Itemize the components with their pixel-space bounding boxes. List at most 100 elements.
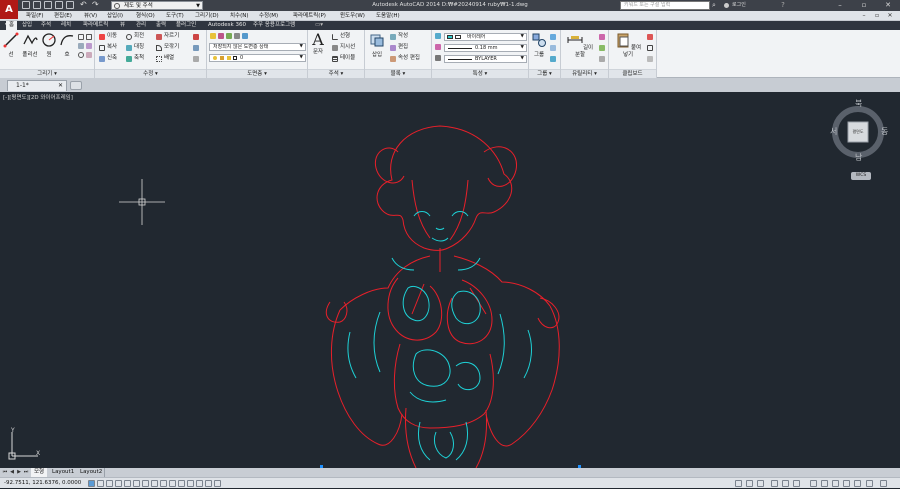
insert-block-tool[interactable]: 삽입: [368, 32, 386, 59]
hardware-acceleration-icon[interactable]: [832, 480, 839, 487]
tab-parametric[interactable]: 파라메트릭: [80, 21, 111, 30]
drawing-canvas[interactable]: [-][평면도][2D 와이어프레임] 북 남 서 동 평면도 WCS Y X: [0, 92, 900, 468]
isolate-objects-icon[interactable]: [843, 480, 850, 487]
tab-layout[interactable]: 레치: [58, 21, 74, 30]
menu-view[interactable]: 뷰(V): [84, 11, 97, 21]
transparency-icon[interactable]: [187, 480, 194, 487]
grid-display-icon[interactable]: [106, 480, 113, 487]
ellipse-icon[interactable]: [78, 52, 84, 58]
panel-title-utilities[interactable]: 유틸리티 ▾: [561, 69, 608, 78]
horizontal-scrollbar[interactable]: [104, 468, 900, 477]
workspace-select[interactable]: 제도 및 주석 ▼: [111, 1, 203, 10]
menu-edit[interactable]: 편집(E): [54, 11, 72, 21]
tab-view[interactable]: 뷰: [117, 21, 128, 30]
search-input[interactable]: 키워드 또는 구절 입력: [620, 1, 710, 10]
group-edit-icon[interactable]: [550, 45, 556, 51]
ortho-mode-icon[interactable]: [115, 480, 122, 487]
annotation-scale-icon[interactable]: [771, 480, 778, 487]
ungroup-icon[interactable]: [550, 34, 556, 40]
close-icon[interactable]: ✕: [877, 0, 899, 11]
snap-mode-icon[interactable]: [97, 480, 104, 487]
table-tool[interactable]: 테이블: [332, 55, 355, 62]
binoculars-icon[interactable]: ⌕: [712, 1, 722, 10]
panel-title-groups[interactable]: 그룹 ▾: [529, 69, 560, 78]
group-select-icon[interactable]: [550, 56, 556, 62]
tab-close-icon[interactable]: ✕: [58, 81, 63, 91]
panel-title-draw[interactable]: 그리기 ▾: [0, 69, 94, 78]
document-tab[interactable]: 1-1* ✕: [7, 80, 67, 91]
tab-output[interactable]: 출력: [153, 21, 169, 30]
tab-model[interactable]: 모형: [31, 468, 48, 477]
layer-select[interactable]: 0 ▼: [209, 54, 306, 62]
menu-insert[interactable]: 삽입(I): [107, 11, 123, 21]
maximize-icon[interactable]: ▫: [853, 0, 875, 11]
tab-layout1[interactable]: Layout1: [49, 468, 77, 477]
id-point-icon[interactable]: [599, 45, 605, 51]
3d-osnap-icon[interactable]: [142, 480, 149, 487]
explode-icon[interactable]: [193, 45, 199, 51]
edit-block-tool[interactable]: 편집: [390, 44, 408, 51]
color-select[interactable]: 바이레어 ▼: [444, 33, 527, 41]
next-layout-icon[interactable]: ▶: [16, 469, 22, 476]
menu-dimension[interactable]: 치수(N): [230, 11, 249, 21]
scale-tool[interactable]: 축척: [126, 55, 144, 62]
lineweight-toggle-icon[interactable]: [178, 480, 185, 487]
wcs-menu[interactable]: WCS: [851, 172, 871, 180]
cut-icon[interactable]: [647, 34, 653, 40]
region-icon[interactable]: [86, 34, 92, 40]
panel-title-modify[interactable]: 수정 ▾: [95, 69, 206, 78]
rectangle-icon[interactable]: [78, 34, 84, 40]
layer-tool4-icon[interactable]: [242, 33, 248, 39]
dyn-input-icon[interactable]: [169, 480, 176, 487]
menu-help[interactable]: 도움말(H): [376, 11, 400, 21]
viewcube-face-top[interactable]: 평면도: [848, 129, 868, 135]
application-menu-button[interactable]: A: [0, 0, 18, 19]
copy-tool[interactable]: 복사: [99, 44, 117, 51]
redo-icon[interactable]: ↷: [92, 1, 100, 9]
status-settings-icon[interactable]: [880, 480, 887, 487]
object-snap-icon[interactable]: [133, 480, 140, 487]
doc-close-icon[interactable]: ✕: [884, 11, 896, 21]
viewcube-east[interactable]: 동: [881, 128, 888, 136]
leader-tool[interactable]: 지시선: [332, 44, 355, 51]
menu-file[interactable]: 파일(F): [26, 11, 44, 21]
hatch-icon[interactable]: [78, 43, 84, 49]
model-space-icon[interactable]: [735, 480, 742, 487]
arc-tool[interactable]: 호: [59, 32, 75, 59]
polar-tracking-icon[interactable]: [124, 480, 131, 487]
undo-icon[interactable]: ↶: [80, 1, 88, 9]
quick-properties-icon[interactable]: [196, 480, 203, 487]
linear-dim-tool[interactable]: 선형: [332, 33, 350, 40]
layer-state-select[interactable]: 저장되지 않은 도면층 상태 ▼: [209, 43, 306, 51]
menu-modify[interactable]: 수정(M): [259, 11, 278, 21]
fillet-tool[interactable]: 모깎기: [156, 44, 179, 51]
tab-annotate[interactable]: 주석: [38, 21, 54, 30]
layer-tool3-icon[interactable]: [234, 33, 240, 39]
gradient-icon[interactable]: [86, 43, 92, 49]
array-tool[interactable]: 배열: [156, 55, 174, 62]
linetype-select[interactable]: BYLAYER ▼: [444, 55, 527, 63]
plot-icon[interactable]: [66, 1, 74, 9]
polyline-tool[interactable]: 폴리선: [20, 32, 40, 59]
trim-tool[interactable]: 자르기: [156, 33, 179, 40]
erase-icon[interactable]: [193, 34, 199, 40]
new-tab-button[interactable]: [70, 81, 82, 90]
edit-attributes-tool[interactable]: 속성 편집: [390, 55, 420, 62]
panel-title-clipboard[interactable]: 클립보드: [609, 69, 656, 78]
clean-screen-icon[interactable]: [866, 480, 873, 487]
text-tool[interactable]: A 문자: [310, 32, 326, 56]
viewcube-south[interactable]: 남: [855, 154, 862, 162]
rotate-tool[interactable]: 회전: [126, 33, 144, 40]
annotation-visibility-icon[interactable]: [782, 480, 789, 487]
ribbon-minimize-icon[interactable]: ▭▾: [312, 21, 326, 30]
measure-tool[interactable]: 길이 분할: [565, 32, 595, 59]
save-as-icon[interactable]: [55, 1, 63, 9]
minimize-icon[interactable]: –: [829, 0, 851, 11]
otrack-icon[interactable]: [151, 480, 158, 487]
auto-scale-icon[interactable]: [793, 480, 800, 487]
tab-manage[interactable]: 관리: [133, 21, 149, 30]
infer-constraints-icon[interactable]: [88, 480, 95, 487]
panel-title-layers[interactable]: 도면층 ▾: [207, 69, 307, 78]
open-icon[interactable]: [33, 1, 41, 9]
panel-title-properties[interactable]: 특성 ▾: [432, 69, 528, 78]
